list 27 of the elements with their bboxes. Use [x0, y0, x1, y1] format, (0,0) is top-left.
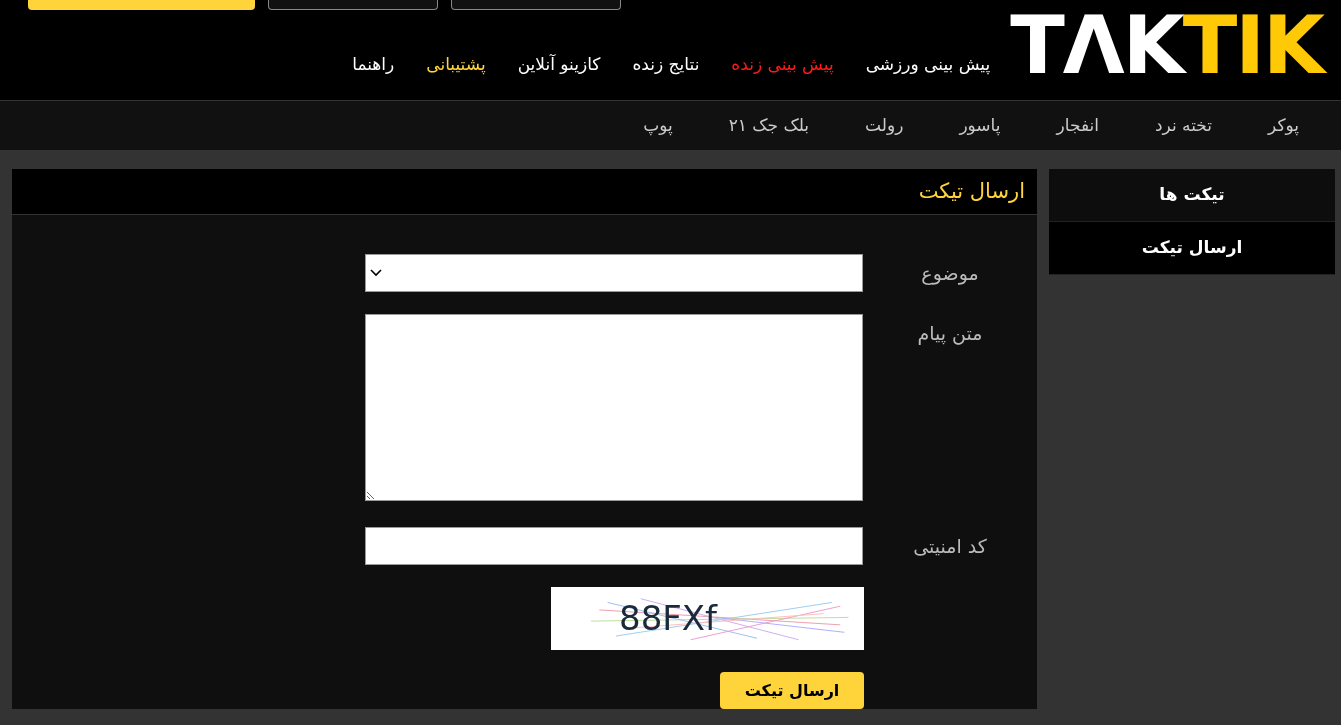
sidebar-item[interactable]: تیکت ها: [1049, 169, 1335, 222]
subnav-link[interactable]: پاسور: [959, 112, 1001, 139]
subnav-link[interactable]: رولت: [865, 112, 904, 139]
nav-link[interactable]: پشتیبانی: [426, 52, 486, 78]
nav-link[interactable]: کازینو آنلاین: [517, 52, 601, 78]
nav-link[interactable]: پیش بینی ورزشی: [865, 52, 991, 78]
nav-link[interactable]: نتایج زنده: [632, 52, 700, 78]
field-label: متن پیام: [916, 321, 984, 347]
subnav-link[interactable]: بلک جک ۲۱: [728, 112, 810, 139]
nav-link[interactable]: راهنما: [352, 52, 395, 78]
subnav-link[interactable]: پوکر: [1268, 112, 1299, 139]
subnav-link[interactable]: پوپ: [643, 112, 673, 139]
top-button[interactable]: [268, 0, 438, 10]
message-field[interactable]: [365, 314, 863, 501]
panel-title: ارسال تیکت: [918, 177, 1025, 205]
field-label: موضوع: [920, 261, 980, 287]
subnav-link[interactable]: تخته نرد: [1154, 112, 1212, 139]
captcha-text: 88FXf: [619, 597, 718, 640]
security-code-field[interactable]: [365, 527, 863, 565]
nav-link[interactable]: پیش بینی زنده: [731, 52, 834, 78]
sidebar-item[interactable]: ارسال تیکت: [1049, 222, 1335, 275]
subject-select[interactable]: [365, 254, 863, 292]
field-label: کد امنیتی: [912, 534, 988, 559]
top-button[interactable]: [451, 0, 621, 10]
subnav-link[interactable]: انفجار: [1056, 112, 1099, 139]
submit-button[interactable]: ارسال تیکت: [720, 672, 864, 709]
chevron-down-icon: [370, 269, 382, 277]
